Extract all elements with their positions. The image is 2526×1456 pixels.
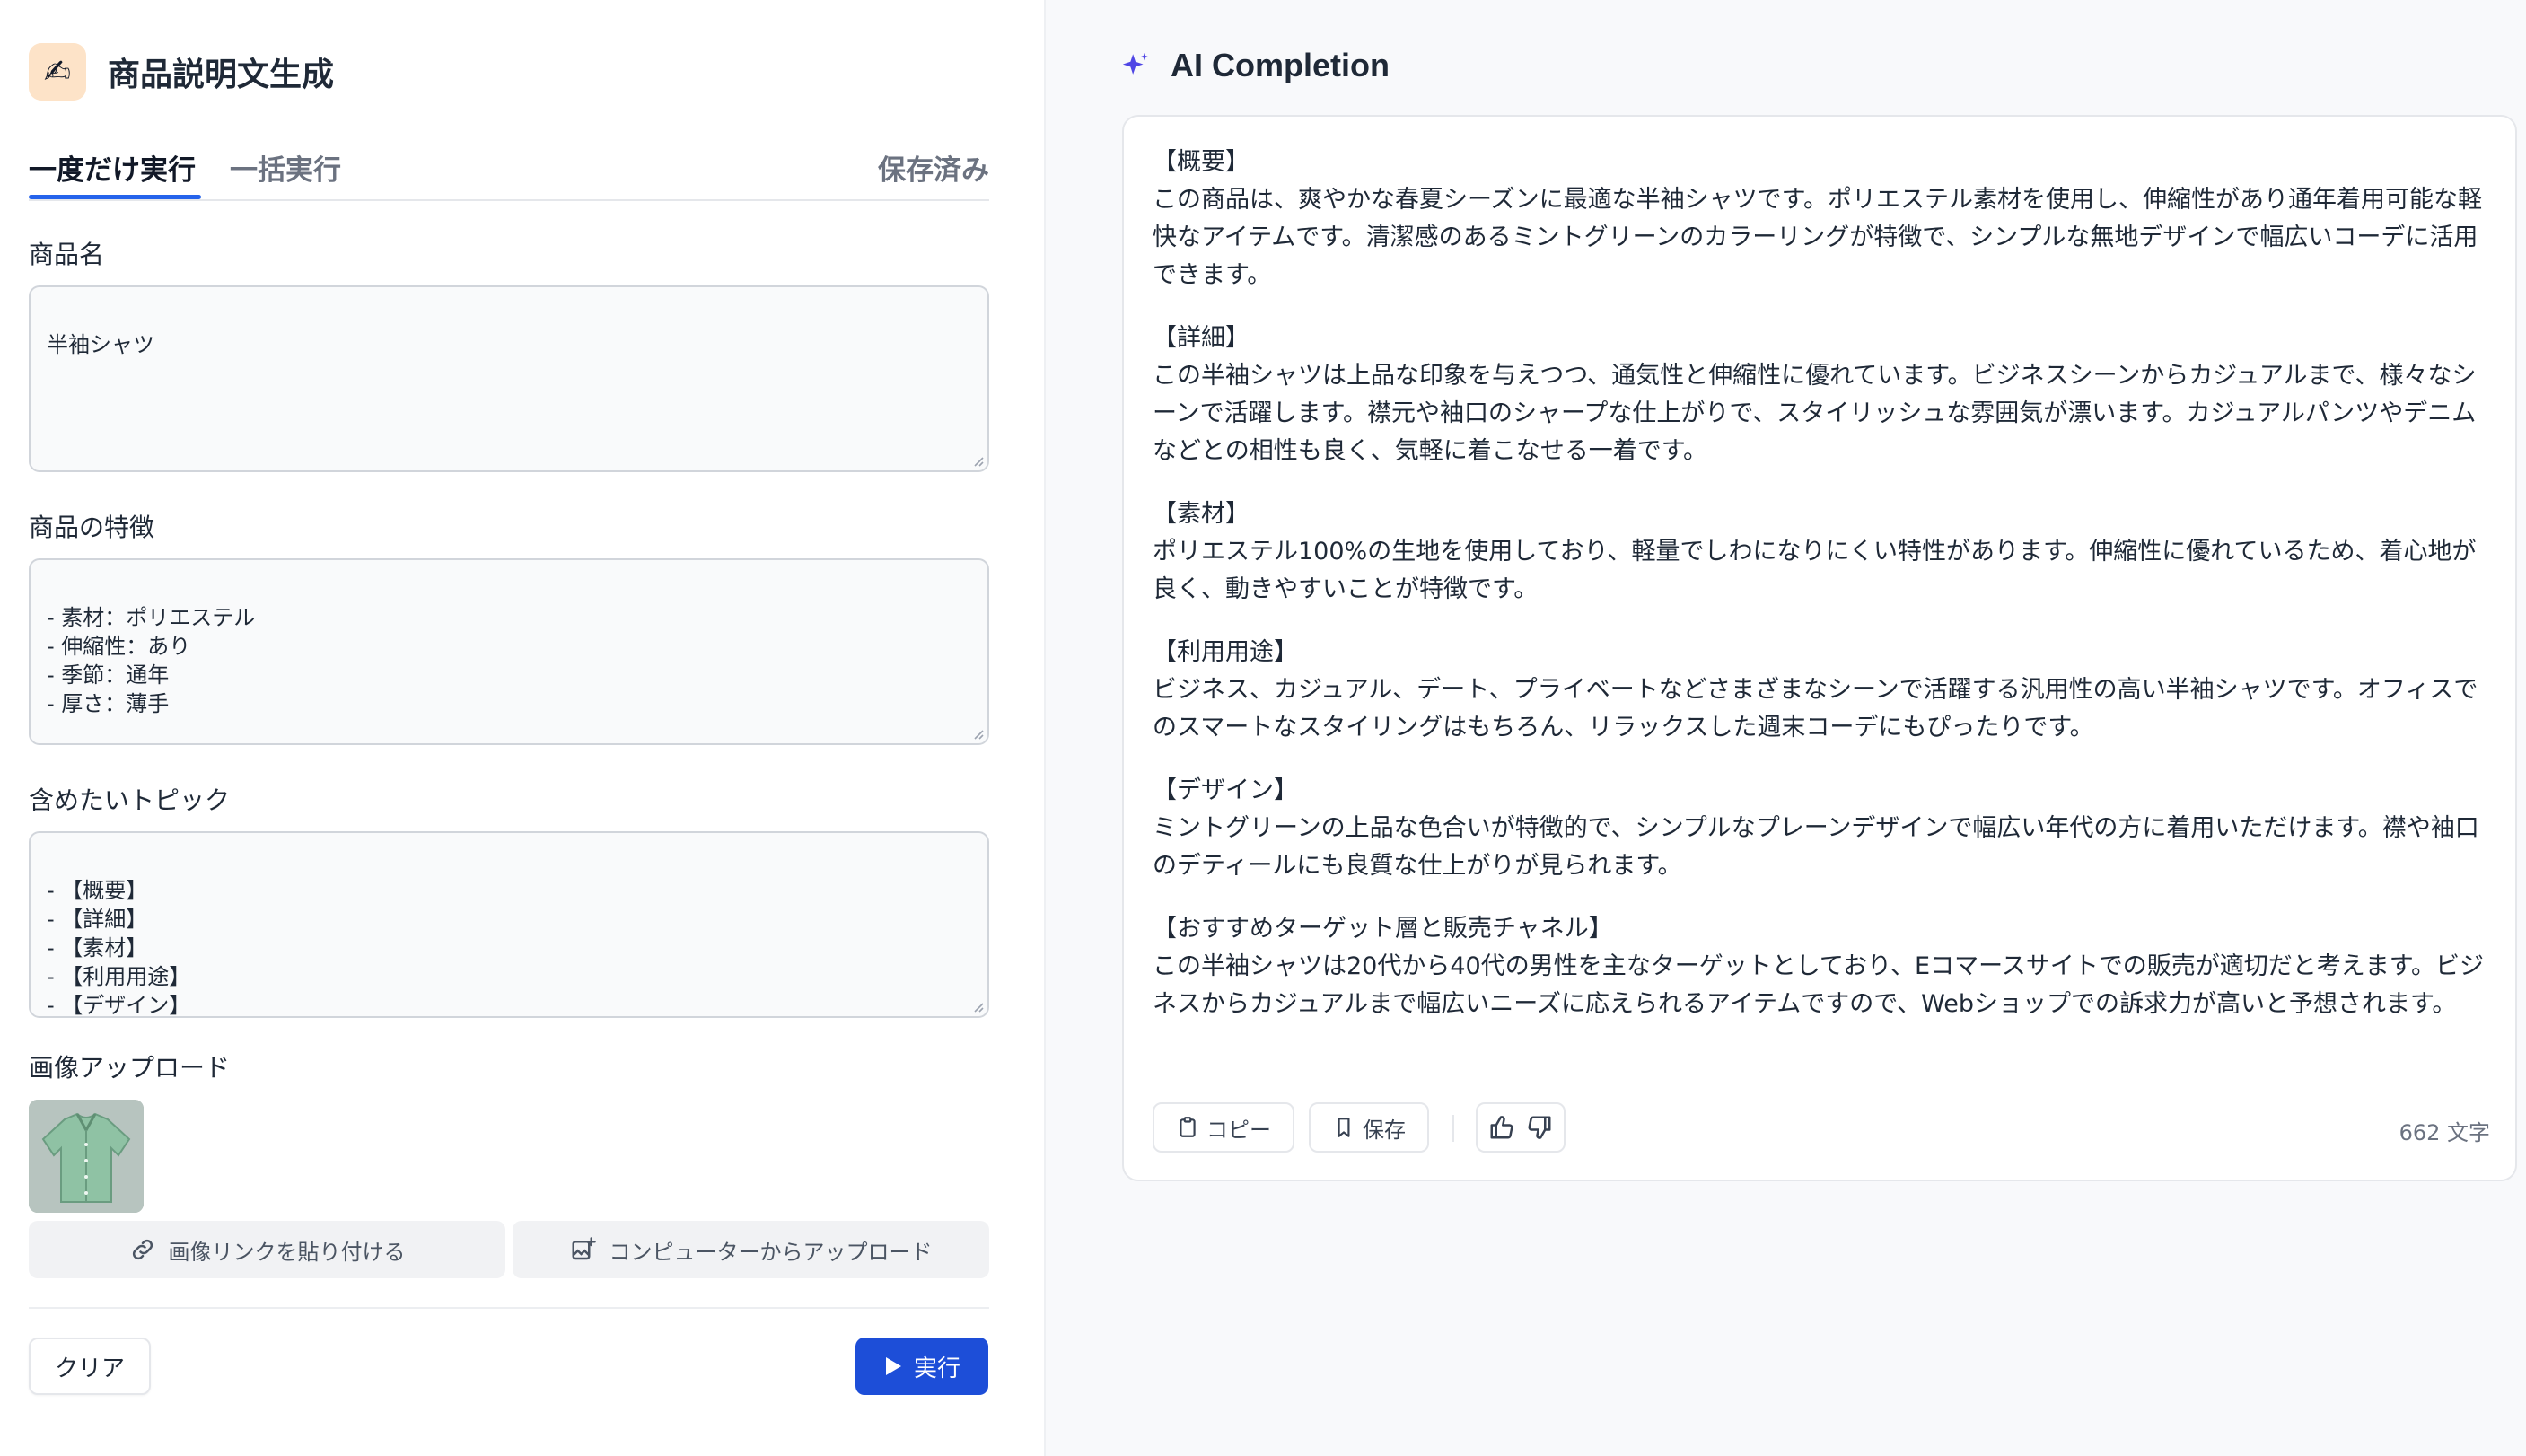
section-heading: 【利用用途】 (1153, 638, 1298, 666)
completion-header: AI Completion (1120, 47, 1390, 84)
product-name-label: 商品名 (29, 240, 105, 269)
save-button-label: 保存 (1363, 1117, 1406, 1143)
completion-section: 【概要】 この商品は、爽やかな春夏シーズンに最適な半袖シャツです。ポリエステル素… (1153, 144, 2488, 294)
section-body: ミントグリーンの上品な色合いが特徴的で、シンプルなプレーンデザインで幅広い年代の… (1153, 814, 2479, 880)
copy-button-label: コピー (1206, 1117, 1271, 1143)
thumbs-down-icon[interactable] (1526, 1114, 1553, 1141)
features-label: 商品の特徴 (29, 513, 155, 542)
topics-value: - 【概要】 - 【詳細】 - 【素材】 - 【利用用途】 - 【デザイン】 (47, 878, 191, 1018)
copy-button[interactable]: コピー (1153, 1102, 1294, 1153)
panel-header: ✍ 商品説明文生成 (29, 43, 334, 101)
section-heading: 【素材】 (1153, 500, 1250, 528)
topics-field[interactable]: - 【概要】 - 【詳細】 - 【素材】 - 【利用用途】 - 【デザイン】 (29, 831, 989, 1018)
run-button[interactable]: 実行 (855, 1338, 988, 1395)
character-count: 662 文字 (2399, 1120, 2490, 1145)
sparkle-icon (1122, 52, 1149, 75)
resize-handle-icon[interactable] (971, 727, 984, 740)
section-body: この半袖シャツは上品な印象を与えつつ、通気性と伸縮性に優れています。ビジネスシー… (1153, 362, 2477, 465)
topics-label: 含めたいトピック (29, 785, 231, 815)
completion-card: 【概要】 この商品は、爽やかな春夏シーズンに最適な半袖シャツです。ポリエステル素… (1122, 115, 2517, 1181)
active-tab-indicator (29, 195, 201, 199)
clipboard-icon (1180, 1117, 1196, 1137)
feedback-buttons (1476, 1102, 1566, 1153)
run-button-label: 実行 (913, 1355, 960, 1382)
section-body: この商品は、爽やかな春夏シーズンに最適な半袖シャツです。ポリエステル素材を使用し… (1153, 186, 2482, 289)
image-upload-label: 画像アップロード (29, 1053, 231, 1083)
completion-section: 【おすすめターゲット層と販売チャネル】 この半袖シャツは20代から40代の男性を… (1153, 910, 2488, 1023)
product-name-field[interactable]: 半袖シャツ (29, 285, 989, 472)
section-heading: 【概要】 (1153, 148, 1250, 176)
divider (29, 1307, 989, 1309)
input-panel: ✍ 商品説明文生成 一度だけ実行 一括実行 保存済み 商品名 半袖シャツ 商品の… (0, 0, 1046, 1456)
resize-handle-icon[interactable] (971, 454, 984, 467)
features-field[interactable]: - 素材：ポリエステル - 伸縮性：あり - 季節：通年 - 厚さ：薄手 (29, 558, 989, 745)
completion-title: AI Completion (1171, 47, 1390, 83)
section-body: ポリエステル100%の生地を使用しており、軽量でしわになりにくい特性があります。… (1153, 538, 2477, 603)
uploaded-image-thumbnail[interactable] (29, 1100, 144, 1213)
tab-saved[interactable]: 保存済み (878, 147, 989, 188)
section-heading: 【詳細】 (1153, 324, 1250, 352)
section-body: ビジネス、カジュアル、デート、プライベートなどさまざまなシーンで活躍する汎用性の… (1153, 676, 2478, 741)
product-name-value: 半袖シャツ (47, 332, 154, 357)
clear-button[interactable]: クリア (29, 1338, 151, 1395)
features-value: - 素材：ポリエステル - 伸縮性：あり - 季節：通年 - 厚さ：薄手 (47, 605, 256, 716)
upload-from-computer-label: コンピューターからアップロード (609, 1239, 933, 1265)
play-icon (885, 1357, 901, 1375)
paste-image-link-label: 画像リンクを貼り付ける (168, 1239, 406, 1265)
completion-section: 【素材】 ポリエステル100%の生地を使用しており、軽量でしわになりにくい特性が… (1153, 496, 2488, 609)
action-divider (1452, 1115, 1454, 1142)
page-title: 商品説明文生成 (108, 57, 335, 93)
completion-section: 【デザイン】 ミントグリーンの上品な色合いが特徴的で、シンプルなプレーンデザイン… (1153, 772, 2488, 885)
resize-handle-icon[interactable] (971, 1000, 984, 1013)
paste-image-link-button[interactable]: 画像リンクを貼り付ける (29, 1221, 505, 1278)
shirt-image (29, 1100, 144, 1213)
section-heading: 【おすすめターゲット層と販売チャネル】 (1153, 915, 1613, 943)
link-icon (132, 1239, 153, 1260)
thumbs-up-icon[interactable] (1488, 1114, 1515, 1141)
tab-batch-run[interactable]: 一括実行 (230, 147, 341, 188)
bookmark-icon (1338, 1118, 1350, 1137)
section-heading: 【デザイン】 (1153, 776, 1298, 804)
upload-from-computer-button[interactable]: コンピューターからアップロード (513, 1221, 989, 1278)
writing-hand-icon: ✍ (29, 43, 86, 101)
completion-section: 【利用用途】 ビジネス、カジュアル、デート、プライベートなどさまざまなシーンで活… (1153, 634, 2488, 747)
tab-bar: 一度だけ実行 一括実行 保存済み (29, 144, 989, 201)
completion-actions: コピー 保存 662 文字 (1153, 1102, 2490, 1154)
tab-run-once[interactable]: 一度だけ実行 (29, 147, 196, 188)
image-plus-icon (572, 1237, 596, 1260)
save-button[interactable]: 保存 (1309, 1102, 1429, 1153)
completion-section: 【詳細】 この半袖シャツは上品な印象を与えつつ、通気性と伸縮性に優れています。ビ… (1153, 320, 2488, 470)
section-body: この半袖シャツは20代から40代の男性を主なターゲットとしており、Eコマースサイ… (1153, 952, 2485, 1018)
